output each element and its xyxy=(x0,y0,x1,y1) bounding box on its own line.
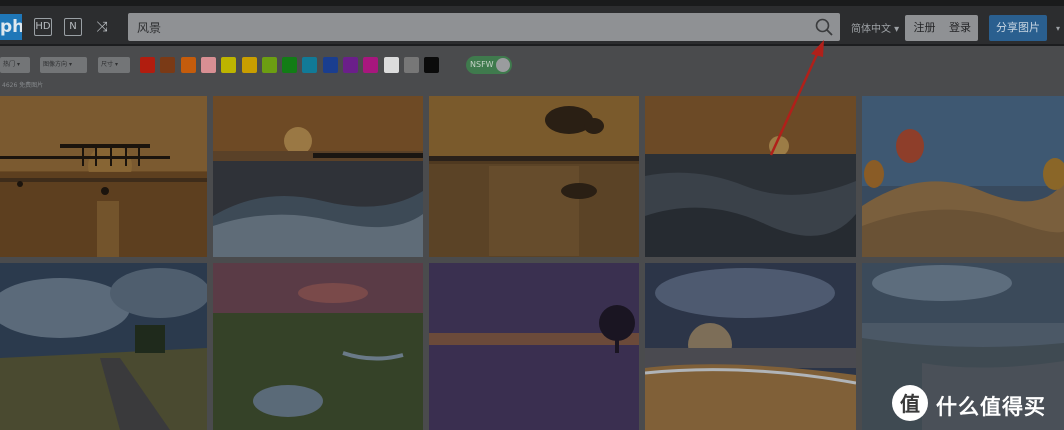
color-swatch[interactable] xyxy=(343,57,358,73)
login-button[interactable]: 登录 xyxy=(943,15,977,41)
photo-tile[interactable] xyxy=(862,96,1064,257)
language-select[interactable]: 简体中文 ▾ xyxy=(851,20,899,35)
register-button[interactable]: 注册 xyxy=(906,15,943,41)
result-count: 4626 免费图片 xyxy=(2,82,44,89)
hd-icon[interactable]: HD xyxy=(34,18,52,36)
sort-dropdown[interactable]: 热门 ▾ xyxy=(0,57,30,73)
shuffle-icon[interactable]: ⤨ xyxy=(93,18,111,36)
photo-image xyxy=(213,263,423,430)
photo-tile[interactable] xyxy=(213,96,423,257)
zhi-icon: 值 xyxy=(892,385,928,421)
photo-tile[interactable] xyxy=(645,96,856,257)
size-label: 尺寸 xyxy=(101,61,114,68)
photo-image xyxy=(645,96,856,257)
color-swatch[interactable] xyxy=(200,57,216,73)
color-swatch[interactable] xyxy=(261,57,277,73)
color-swatch[interactable] xyxy=(322,57,338,73)
size-dropdown[interactable]: 尺寸 ▾ xyxy=(98,57,130,73)
svg-text:值: 值 xyxy=(900,392,920,416)
color-swatch[interactable] xyxy=(363,57,379,73)
photo-tile[interactable] xyxy=(645,263,856,430)
color-swatch[interactable] xyxy=(160,57,176,73)
orientation-dropdown[interactable]: 图像方向 ▾ xyxy=(40,57,87,73)
nsfw-toggle-knob xyxy=(496,58,510,72)
photo-tile[interactable] xyxy=(429,263,639,430)
top-navbar: ph HD N ⤨ 风景 简体中文 ▾ 注册 登录 分享图片 ▾ xyxy=(0,6,1064,46)
photo-tile[interactable] xyxy=(429,96,639,257)
menu-caret-icon[interactable]: ▾ xyxy=(1056,24,1062,33)
color-swatch[interactable] xyxy=(424,57,440,73)
photo-image xyxy=(429,96,639,257)
n-icon[interactable]: N xyxy=(64,18,82,36)
color-swatch[interactable] xyxy=(403,57,419,73)
photo-image xyxy=(429,263,639,430)
page: { "header": { "logo_text": "ph", "icons"… xyxy=(0,0,1064,430)
photo-image xyxy=(862,96,1064,257)
photo-image xyxy=(213,96,423,257)
search-icon[interactable] xyxy=(814,17,834,37)
color-swatch[interactable] xyxy=(302,57,318,73)
color-swatch[interactable] xyxy=(282,57,298,73)
site-logo[interactable]: ph xyxy=(0,14,22,40)
orientation-label: 图像方向 xyxy=(43,61,68,68)
photo-image xyxy=(645,263,856,430)
photo-image xyxy=(0,96,207,257)
color-swatch[interactable] xyxy=(383,57,399,73)
share-image-button[interactable]: 分享图片 xyxy=(989,15,1047,41)
sort-label: 热门 xyxy=(3,61,16,68)
color-swatch[interactable] xyxy=(140,57,155,73)
photo-image xyxy=(0,263,207,430)
nsfw-label: NSFW xyxy=(470,60,494,69)
photo-tile[interactable] xyxy=(0,96,207,257)
color-swatch[interactable] xyxy=(241,57,257,73)
photo-tile[interactable] xyxy=(0,263,207,430)
color-swatch[interactable] xyxy=(221,57,237,73)
search-input[interactable]: 风景 xyxy=(137,19,161,36)
auth-buttons: 注册 登录 xyxy=(905,15,978,41)
search-box[interactable]: 风景 xyxy=(128,13,840,41)
watermark-text: 什么值得买 xyxy=(936,395,1046,419)
color-swatch[interactable] xyxy=(180,57,196,73)
nsfw-toggle[interactable]: NSFW xyxy=(466,56,512,74)
photo-tile[interactable] xyxy=(213,263,423,430)
language-label: 简体中文 xyxy=(851,24,891,35)
